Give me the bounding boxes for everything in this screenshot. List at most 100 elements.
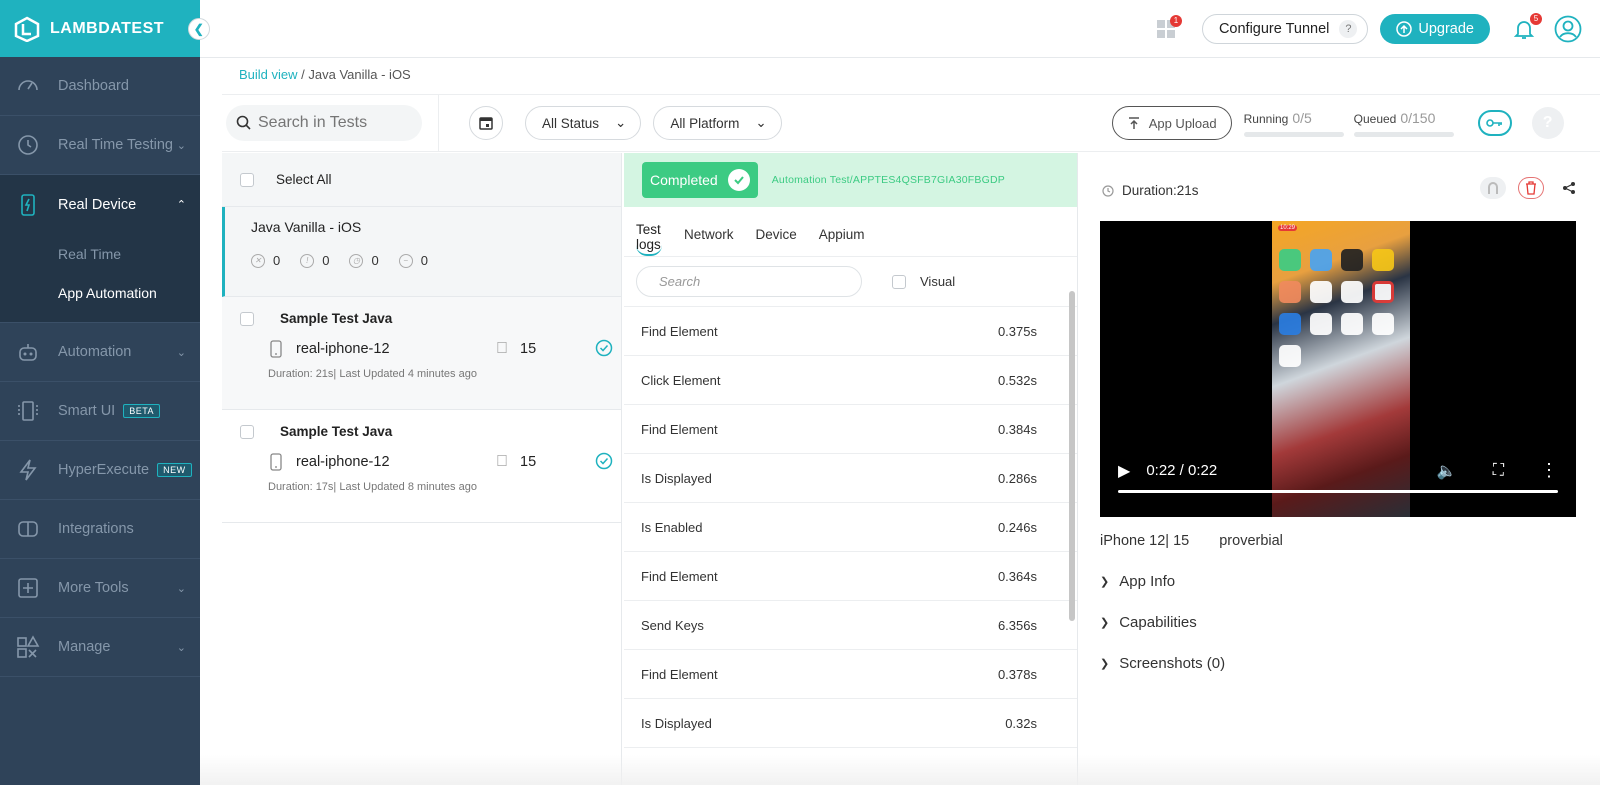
video-progress-bar[interactable] xyxy=(1118,490,1558,493)
sidebar-item-more-tools[interactable]: More Tools ⌄ xyxy=(0,559,200,618)
sidebar-item-real-device[interactable]: Real Device ⌃ xyxy=(0,175,200,234)
sidebar-subitem-app-automation[interactable]: App Automation xyxy=(0,273,200,312)
gauge-icon xyxy=(14,72,42,100)
breadcrumb-build-view-link[interactable]: Build view xyxy=(239,67,298,82)
log-row[interactable]: Click Element 0.532s xyxy=(624,356,1077,405)
log-row[interactable]: Is Displayed 0.286s xyxy=(624,454,1077,503)
test-list-item[interactable]: Sample Test Java real-iphone-12  15 Dur… xyxy=(222,297,621,410)
notifications-button[interactable]: 5 xyxy=(1512,12,1542,41)
build-summary[interactable]: Java Vanilla - iOS ✕ 0 ! 0 ◷ 0 −0 xyxy=(222,207,621,297)
search-tests-input[interactable] xyxy=(258,114,418,132)
log-scrollbar[interactable] xyxy=(1069,291,1075,621)
video-actions xyxy=(1480,177,1582,199)
log-duration: 0.532s xyxy=(997,372,1037,388)
divider xyxy=(438,94,439,152)
log-command: Find Element xyxy=(641,323,718,339)
passed-check-icon xyxy=(595,339,613,357)
log-row[interactable]: Find Element 0.375s xyxy=(624,307,1077,356)
status-filter-dropdown[interactable]: All Status ⌄ xyxy=(525,106,642,140)
sidebar-item-integrations[interactable]: Integrations xyxy=(0,500,200,559)
access-key-button[interactable] xyxy=(1477,110,1512,136)
apps-button[interactable]: 1 xyxy=(1156,14,1182,39)
sidebar-subitem-real-time[interactable]: Real Time xyxy=(0,234,200,273)
mark-test-button[interactable] xyxy=(1480,177,1506,199)
log-list: Find Element 0.375s Click Element 0.532s Fin… xyxy=(624,307,1077,748)
upgrade-button[interactable]: Upgrade xyxy=(1380,13,1490,44)
log-row[interactable]: Send Keys 6.356s xyxy=(624,601,1077,650)
sidebar-item-automation[interactable]: Automation ⌄ xyxy=(0,323,200,382)
app-icon xyxy=(1310,313,1332,335)
user-profile-button[interactable] xyxy=(1554,15,1582,43)
log-duration: 0.246s xyxy=(997,519,1037,535)
sidebar-item-hyperexecute[interactable]: HyperExecute NEW xyxy=(0,441,200,500)
video-player[interactable]: 10:29 ▶ 0:22 / 0:22 🔈 ⛶ ⋮ xyxy=(1100,221,1576,517)
log-duration: 0.384s xyxy=(997,421,1037,437)
app-upload-button[interactable]: App Upload xyxy=(1111,106,1232,140)
top-bar: 1 Configure Tunnel ? Upgrade 5 xyxy=(200,0,1600,58)
test-list-item[interactable]: Sample Test Java real-iphone-12  15 Dur… xyxy=(222,410,621,523)
test-id-link[interactable]: Automation Test/APPTES4QSFB7GIA30FBGDP xyxy=(772,174,1005,186)
app-icon xyxy=(1372,281,1394,303)
volume-icon[interactable]: 🔈 xyxy=(1437,461,1457,481)
test-os-version: 15 xyxy=(508,454,536,470)
date-filter-button[interactable] xyxy=(469,106,503,140)
test-device: real-iphone-12 xyxy=(296,454,390,470)
log-row[interactable]: Find Element 0.384s xyxy=(624,405,1077,454)
tab-appium[interactable]: Appium xyxy=(819,227,865,256)
log-row[interactable]: Is Enabled 0.246s xyxy=(624,503,1077,552)
sidebar-item-manage[interactable]: Manage ⌄ xyxy=(0,618,200,677)
more-options-icon[interactable]: ⋮ xyxy=(1540,460,1558,481)
device-info: iPhone 12| 15 proverbial xyxy=(1100,533,1283,549)
tab-test-logs[interactable]: Test logs xyxy=(636,222,662,256)
skipped-count: −0 xyxy=(398,253,428,268)
configure-tunnel-button[interactable]: Configure Tunnel ? xyxy=(1201,13,1369,44)
fullscreen-icon[interactable]: ⛶ xyxy=(1493,462,1504,480)
app-icon xyxy=(1279,249,1301,271)
search-tests-field[interactable] xyxy=(226,105,422,141)
apps-notification-badge: 1 xyxy=(1169,14,1182,27)
help-button[interactable]: ? xyxy=(1531,107,1564,139)
lambdatest-logo-icon xyxy=(14,16,40,42)
visual-checkbox[interactable] xyxy=(892,274,906,289)
apple-icon:  xyxy=(496,453,508,471)
breadcrumb: Build view / Java Vanilla - iOS xyxy=(239,67,411,82)
visual-toggle[interactable]: Visual xyxy=(892,274,955,289)
collapse-sidebar-button[interactable]: ❮ xyxy=(188,18,210,40)
log-row[interactable]: Is Displayed 0.32s xyxy=(624,699,1077,748)
select-all-checkbox[interactable] xyxy=(240,172,254,187)
count-value: 0 xyxy=(420,253,428,268)
play-icon[interactable]: ▶ xyxy=(1118,461,1130,481)
queued-stat: Queued 0/150 xyxy=(1353,110,1454,137)
chevron-down-icon: ⌄ xyxy=(176,139,186,152)
accordion-capabilities[interactable]: ❯ Capabilities xyxy=(1100,614,1197,631)
queued-progress-bar xyxy=(1353,131,1454,137)
sidebar-item-label: Automation xyxy=(58,344,132,360)
app-icon xyxy=(1310,281,1332,303)
accordion-app-info[interactable]: ❯ App Info xyxy=(1100,573,1175,590)
test-checkbox[interactable] xyxy=(240,311,254,326)
chevron-down-icon: ⌄ xyxy=(615,115,627,130)
log-command: Is Displayed xyxy=(641,715,712,731)
log-row[interactable]: Find Element 0.364s xyxy=(624,552,1077,601)
error-count: ! 0 xyxy=(300,253,329,268)
log-row[interactable]: Find Element 0.378s xyxy=(624,650,1077,699)
test-list-panel: Select All Java Vanilla - iOS ✕ 0 ! 0 ◷ 0 −… xyxy=(222,153,622,785)
tab-network[interactable]: Network xyxy=(684,227,734,256)
visual-label: Visual xyxy=(920,274,956,289)
accordion-screenshots[interactable]: ❯ Screenshots (0) xyxy=(1100,655,1225,672)
clock-icon xyxy=(14,131,42,159)
brand-name: LAMBDATEST xyxy=(50,19,165,37)
trash-icon xyxy=(1526,181,1536,195)
sidebar-item-dashboard[interactable]: Dashboard xyxy=(0,57,200,116)
search-icon xyxy=(236,115,251,130)
log-duration: 0.375s xyxy=(997,323,1037,339)
sidebar-item-real-time-testing[interactable]: Real Time Testing ⌄ xyxy=(0,116,200,175)
sidebar-item-smart-ui[interactable]: Smart UI BETA xyxy=(0,382,200,441)
delete-button[interactable] xyxy=(1518,177,1544,199)
share-button[interactable] xyxy=(1556,177,1582,199)
running-progress-bar xyxy=(1243,131,1344,137)
tab-device[interactable]: Device xyxy=(756,227,797,256)
platform-filter-dropdown[interactable]: All Platform ⌄ xyxy=(653,106,782,140)
log-search-input[interactable]: Search xyxy=(636,266,862,297)
test-checkbox[interactable] xyxy=(240,424,254,439)
